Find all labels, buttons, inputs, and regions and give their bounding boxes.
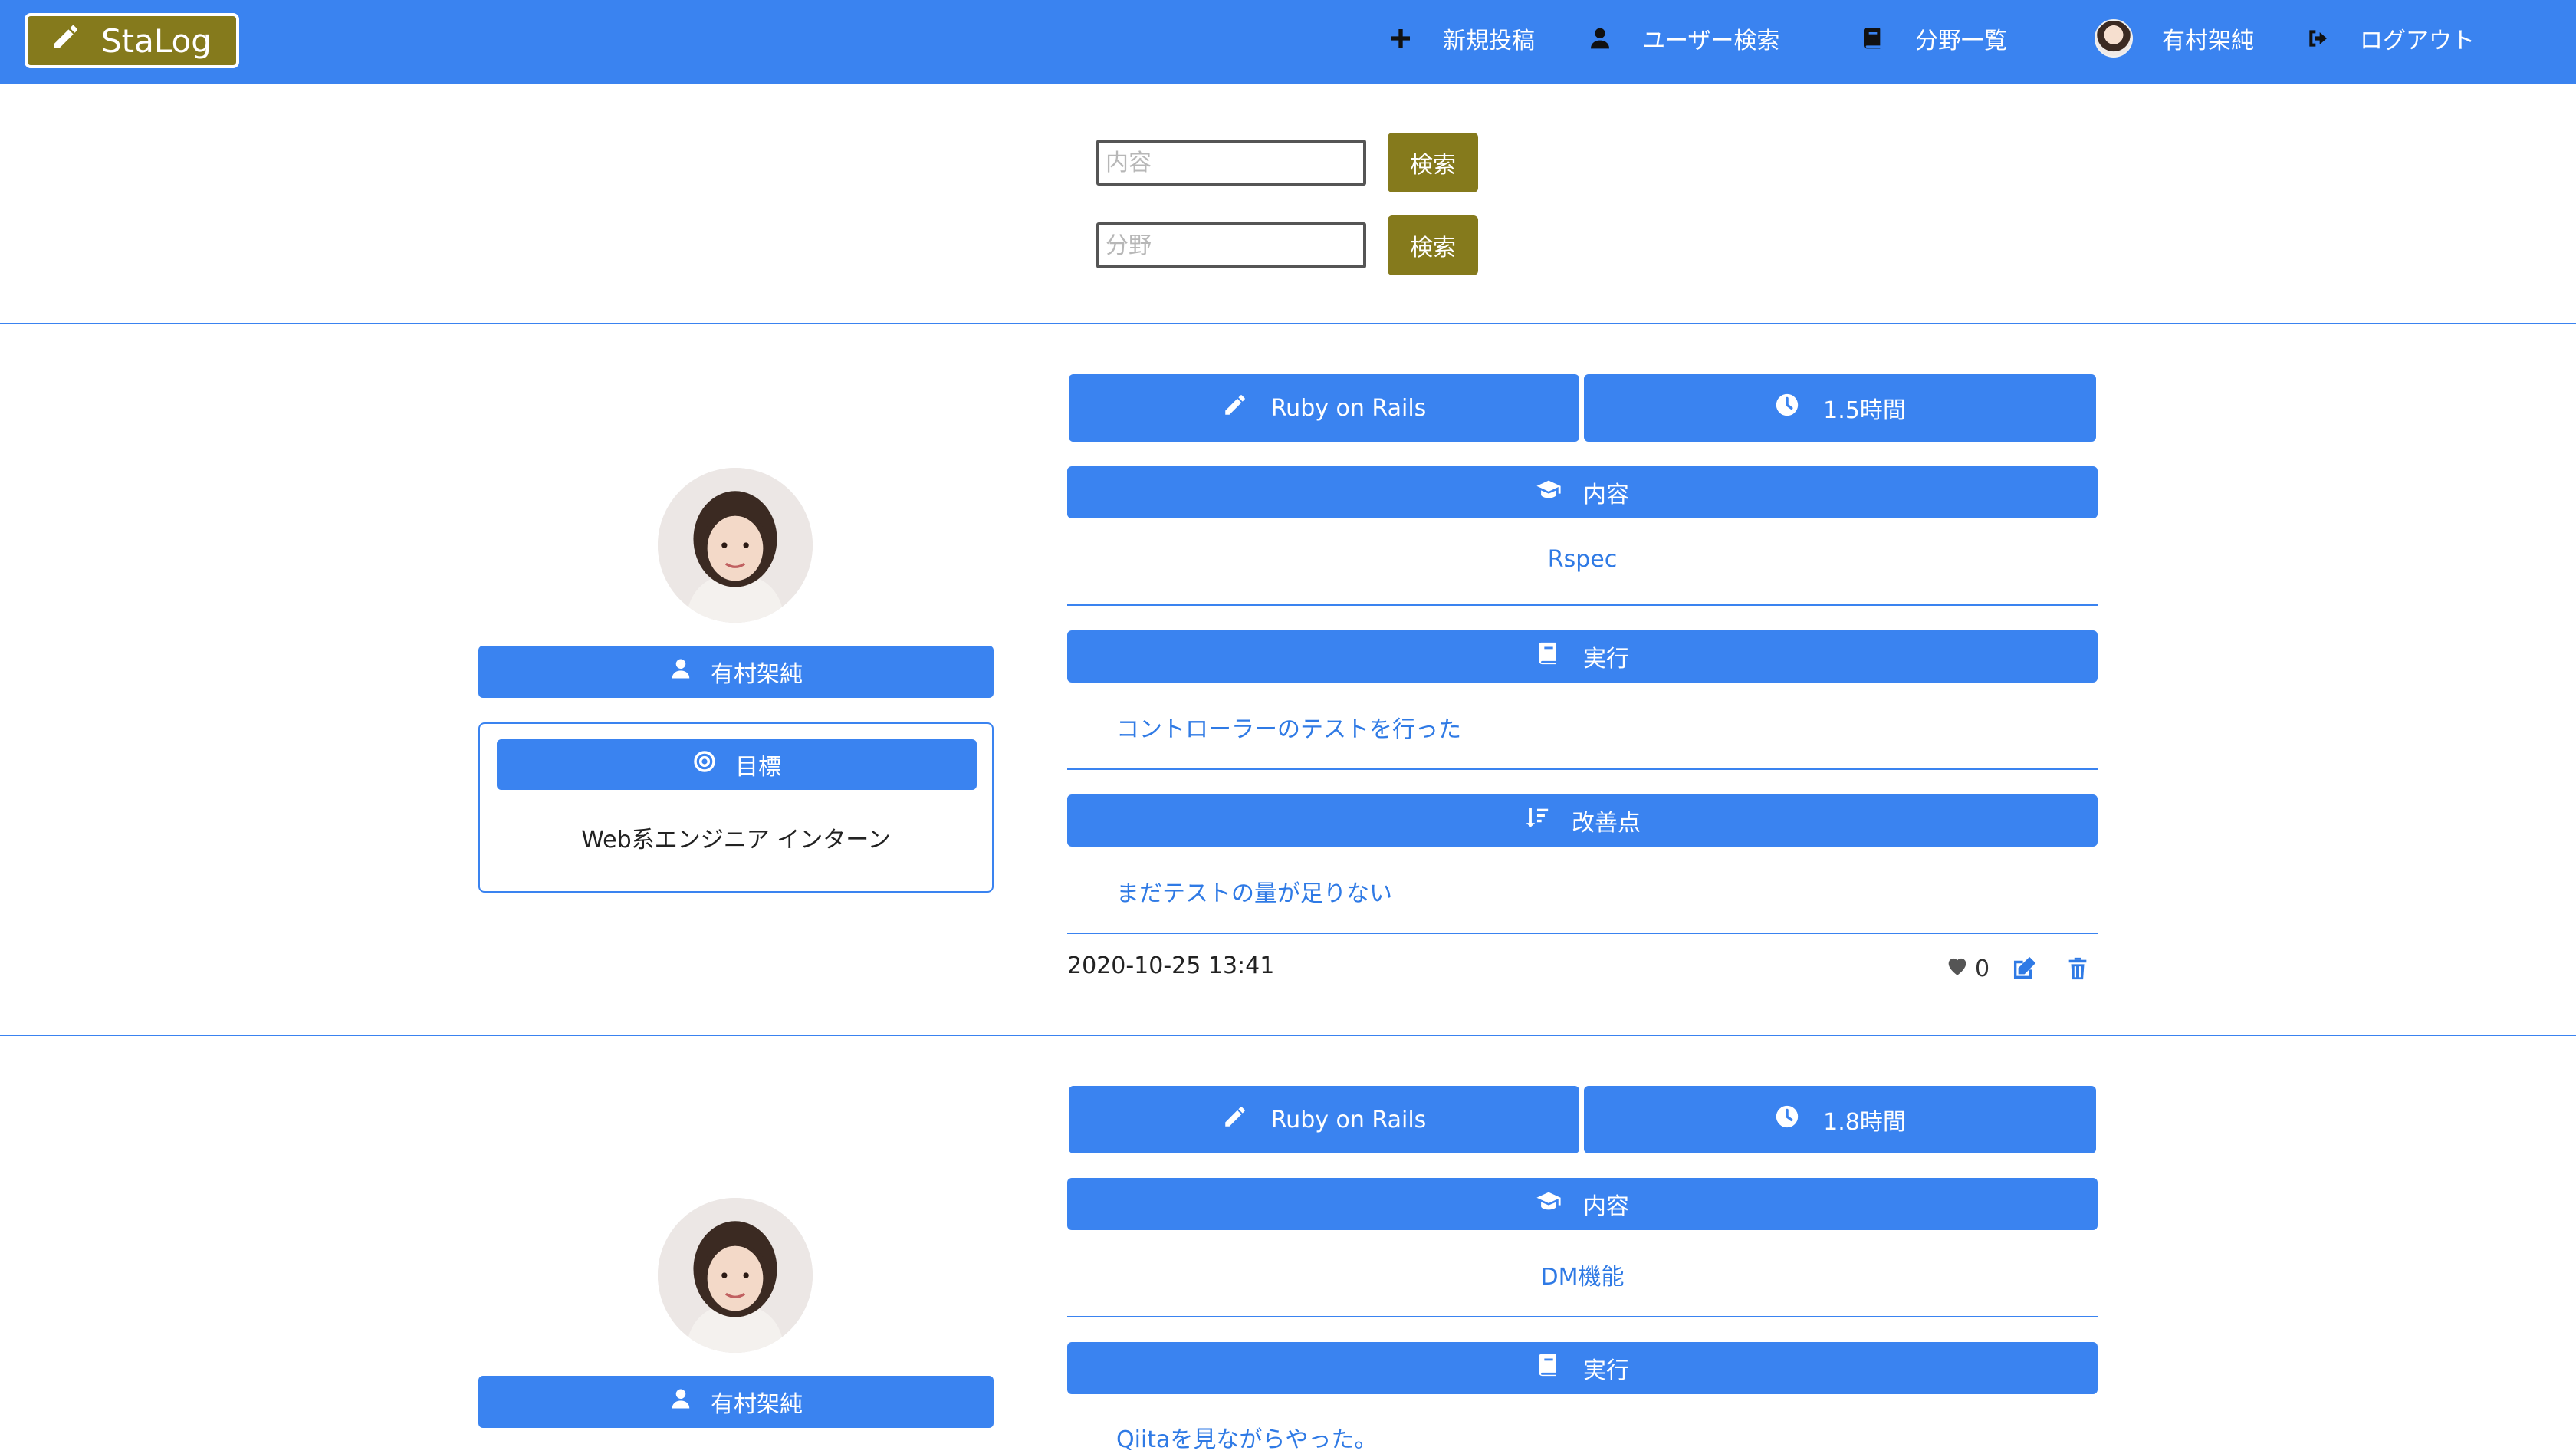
category-badge[interactable]: Ruby on Rails <box>1069 374 1579 442</box>
content-search-input[interactable] <box>1096 140 1366 186</box>
content-text: DM機能 <box>1540 1264 1625 1291</box>
graduation-cap-icon <box>1536 1188 1562 1220</box>
nav-new-post-label: 新規投稿 <box>1443 28 1535 54</box>
divider <box>0 323 2576 324</box>
nav-user-search-label: ユーザー検索 <box>1642 28 1780 54</box>
sort-amount-icon <box>1524 804 1550 837</box>
like-button[interactable]: 0 <box>1944 952 1990 985</box>
goal-text: Web系エンジニア インターン <box>581 827 891 854</box>
improvement-label: 改善点 <box>1572 810 1641 837</box>
user-name-button[interactable]: 有村架純 <box>478 646 994 698</box>
improvement-text: まだテストの量が足りない <box>1116 880 1392 907</box>
goal-label: 目標 <box>735 754 781 781</box>
pencil-icon <box>1222 392 1248 424</box>
navbar: StaLog 新規投稿 ユーザー検索 分野一覧 有村架純 ログアウト <box>0 0 2576 84</box>
user-name: 有村架純 <box>711 661 803 688</box>
nav-categories-label: 分野一覧 <box>1915 28 2007 54</box>
divider <box>1067 1316 2098 1317</box>
user-icon <box>1587 25 1613 51</box>
graduation-cap-icon <box>1536 476 1562 508</box>
duration-label: 1.5時間 <box>1823 397 1906 424</box>
avatar <box>2095 19 2133 58</box>
execution-header: 実行 <box>1067 630 2098 683</box>
goal-header: 目標 <box>497 739 977 790</box>
user-avatar[interactable] <box>658 1198 813 1353</box>
content-text: Rspec <box>1547 546 1618 573</box>
nav-new-post[interactable]: 新規投稿 <box>1388 18 1535 58</box>
divider <box>1067 768 2098 770</box>
category-label: Ruby on Rails <box>1270 394 1427 422</box>
target-icon <box>692 749 717 780</box>
user-icon <box>669 657 692 686</box>
nav-profile-label: 有村架純 <box>2162 28 2254 54</box>
heart-icon <box>1944 952 1970 985</box>
content-search-button[interactable]: 検索 <box>1388 133 1478 192</box>
nav-user-search[interactable]: ユーザー検索 <box>1587 18 1779 58</box>
category-label: Ruby on Rails <box>1270 1106 1427 1133</box>
user-name-button[interactable]: 有村架純 <box>478 1376 994 1428</box>
divider <box>1067 933 2098 934</box>
like-count: 0 <box>1975 955 1990 982</box>
clock-icon <box>1774 1104 1800 1136</box>
nav-profile[interactable]: 有村架純 <box>2095 18 2254 58</box>
sign-out-icon <box>2305 25 2331 51</box>
book-icon <box>1536 640 1562 673</box>
execution-header: 実行 <box>1067 1342 2098 1394</box>
field-search-input[interactable] <box>1096 222 1366 268</box>
duration-badge: 1.8時間 <box>1584 1086 2096 1153</box>
user-name: 有村架純 <box>711 1391 803 1418</box>
nav-categories[interactable]: 分野一覧 <box>1860 18 2007 58</box>
category-badge[interactable]: Ruby on Rails <box>1069 1086 1579 1153</box>
user-avatar[interactable] <box>658 468 813 623</box>
pencil-icon <box>1222 1104 1248 1136</box>
execution-text: コントローラーのテストを行った <box>1116 716 1461 743</box>
improvement-header: 改善点 <box>1067 794 2098 847</box>
execution-label: 実行 <box>1583 646 1629 673</box>
book-icon <box>1536 1352 1562 1384</box>
pencil-icon <box>51 21 81 60</box>
divider <box>0 1035 2576 1036</box>
duration-label: 1.8時間 <box>1823 1109 1906 1136</box>
field-search-row: 検索 <box>1096 215 1478 276</box>
post-actions: 0 <box>1944 953 2118 984</box>
plus-icon <box>1388 25 1414 51</box>
divider <box>1067 604 2098 606</box>
nav-logout-label: ログアウト <box>2360 28 2475 54</box>
clock-icon <box>1774 392 1800 424</box>
content-label: 内容 <box>1583 482 1629 508</box>
duration-badge: 1.5時間 <box>1584 374 2096 442</box>
field-search-button[interactable]: 検索 <box>1388 215 1478 275</box>
book-icon <box>1860 25 1886 51</box>
content-header: 内容 <box>1067 466 2098 518</box>
content-header: 内容 <box>1067 1178 2098 1230</box>
edit-icon[interactable] <box>2011 956 2037 982</box>
execution-text: Qiitaを見ながらやった。 <box>1116 1426 1378 1453</box>
post-date: 2020-10-25 13:41 <box>1067 952 1275 979</box>
goal-box: 目標 Web系エンジニア インターン <box>478 722 994 893</box>
trash-icon[interactable] <box>2065 956 2091 982</box>
brand-text: StaLog <box>101 21 212 60</box>
content-search-row: 検索 <box>1096 132 1478 193</box>
execution-label: 実行 <box>1583 1357 1629 1384</box>
content-label: 内容 <box>1583 1193 1629 1220</box>
nav-logout[interactable]: ログアウト <box>2305 18 2475 58</box>
user-icon <box>669 1387 692 1416</box>
brand-logo-button[interactable]: StaLog <box>25 13 239 68</box>
